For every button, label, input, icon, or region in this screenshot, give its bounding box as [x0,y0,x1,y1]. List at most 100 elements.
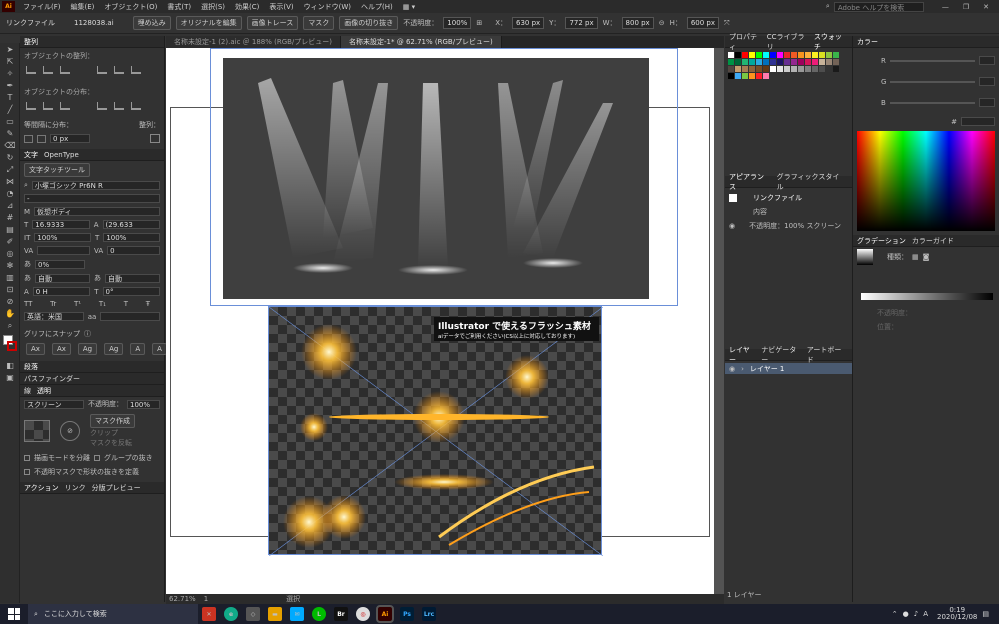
taskbar-search[interactable]: ⌕ ここに入力して検索 [28,604,198,624]
swatch-chip[interactable] [749,66,755,72]
menu-object[interactable]: オブジェクト(O) [104,2,157,12]
antialias-field[interactable] [100,312,160,321]
appearance-content[interactable]: 内容 [725,205,852,219]
swatch-chip[interactable] [735,66,741,72]
menu-effect[interactable]: 効果(C) [235,2,259,12]
subscript-icon[interactable]: T₁ [99,300,106,308]
char-tab[interactable]: 文字 [24,150,38,160]
swatch-chip[interactable] [770,66,776,72]
selection-tool-icon[interactable]: ➤ [4,45,16,55]
color-tab[interactable]: カラー [857,37,878,47]
dist-bottom-icon[interactable] [60,102,70,110]
swatch-chip[interactable] [784,59,790,65]
magic-wand-icon[interactable]: ✧ [4,69,16,79]
swatch-chip[interactable] [777,59,783,65]
aki-left-field[interactable]: 自動 [35,273,90,283]
para-tab[interactable]: 段落 [24,362,38,372]
chrome-icon[interactable]: ◎ [356,607,370,621]
make-mask-button[interactable]: マスク作成 [90,414,135,428]
swatch-chip[interactable] [826,52,832,58]
dist-space-h-icon[interactable] [37,134,46,143]
swatch-chip[interactable] [819,66,825,72]
document-canvas[interactable]: Illustrator で使えるフラッシュ素材 aiデータでご利用ください(CS… [166,48,724,594]
align-icon[interactable]: ⊞ [476,19,482,27]
swatch-chip[interactable] [728,52,734,58]
opentype-tab[interactable]: OpenType [44,151,79,159]
opacity-field[interactable]: 100% [443,17,472,29]
embed-button[interactable]: 埋め込み [132,16,171,30]
swatch-chip[interactable] [763,66,769,72]
align-left-icon[interactable] [26,66,36,74]
swatch-chip[interactable] [763,59,769,65]
h-field[interactable]: 600 px [686,17,720,29]
snap-angle-icon[interactable]: A [130,343,146,355]
width-tool-icon[interactable]: ⋈ [4,177,16,187]
symbol-tool-icon[interactable]: ✻ [4,261,16,271]
swatch-chip[interactable] [735,59,741,65]
swatch-chip[interactable] [805,59,811,65]
w-field[interactable]: 800 px [621,17,654,29]
swatch-chip[interactable] [756,66,762,72]
swatch-chip[interactable] [833,59,839,65]
flash-image[interactable]: Illustrator で使えるフラッシュ素材 aiデータでご利用ください(CS… [268,306,603,556]
align-right-icon[interactable] [60,66,70,74]
swatch-chip[interactable] [777,52,783,58]
swatch-chip[interactable] [833,66,839,72]
mask-button[interactable]: マスク [303,16,335,30]
maximize-icon[interactable]: ❐ [963,3,969,11]
file-name[interactable]: 1128038.ai [74,19,114,27]
swatch-chip[interactable] [756,59,762,65]
swatch-chip[interactable] [805,66,811,72]
swatch-chip[interactable] [763,52,769,58]
layer-row[interactable]: ◉ › レイヤー 1 [725,363,852,374]
align-vcenter-icon[interactable] [114,66,124,74]
swatch-chip[interactable] [798,59,804,65]
link-icon[interactable]: ⊝ [659,19,665,27]
spacing-field[interactable]: 0 px [50,134,90,143]
dropbox-icon[interactable]: ◇ [246,607,260,621]
dist-top-icon[interactable] [26,102,36,110]
edge-icon[interactable]: e [224,607,238,621]
clip-checkbox[interactable]: クリップ [90,428,135,438]
swatch-chip[interactable] [756,52,762,58]
r-field[interactable] [979,56,995,65]
swatch-chip[interactable] [770,52,776,58]
zoom-tool-icon[interactable]: ⌕ [4,321,16,331]
notification-icon[interactable]: ▤ [982,610,989,618]
font-size-field[interactable]: 16.9333 [32,220,90,229]
swatch-chip[interactable] [742,52,748,58]
snap-xheight-icon[interactable]: Ax [51,343,71,355]
page-field[interactable]: 1 [204,595,208,603]
appearance-tab[interactable]: アピアランス [729,172,771,192]
language-field[interactable]: 英語：米国 [24,312,84,321]
dist-space-v-icon[interactable] [24,134,33,143]
swatch-chip[interactable] [742,59,748,65]
swatch-chip[interactable] [742,66,748,72]
zoom-field[interactable]: 62.71% [169,595,196,603]
radial-gradient-icon[interactable]: ◙ [923,253,930,261]
snap-proximity-icon[interactable]: Ag [104,343,124,355]
eraser-tool-icon[interactable]: ⌫ [4,141,16,151]
align-hcenter-icon[interactable] [43,66,53,74]
gradient-slider[interactable] [861,293,993,300]
snap-baseline-icon[interactable]: Ax [26,343,45,355]
swatch-chip[interactable] [812,52,818,58]
appearance-opacity[interactable]: 不透明度：100% スクリーン [749,221,841,231]
swatch-chip[interactable] [763,73,769,79]
menu-select[interactable]: 選択(S) [201,2,225,12]
graph-tool-icon[interactable]: ▥ [4,273,16,283]
tray-icon[interactable]: ● [903,610,909,618]
photoshop-icon[interactable]: Ps [400,607,414,621]
swatch-chip[interactable] [791,66,797,72]
invert-mask-checkbox[interactable]: マスクを反転 [90,438,135,448]
swatch-chip[interactable] [728,59,734,65]
close-icon[interactable]: ✕ [983,3,989,11]
navigator-tab[interactable]: ナビゲーター [761,345,801,365]
eye-icon[interactable]: ◉ [729,365,735,373]
swatch-chip[interactable] [784,52,790,58]
leading-field[interactable]: (29.633 [102,220,161,229]
crop-button[interactable]: 画像の切り抜き [339,16,399,30]
dist-right-icon[interactable] [131,102,141,110]
swatch-chip[interactable] [791,59,797,65]
swatch-chip[interactable] [749,52,755,58]
